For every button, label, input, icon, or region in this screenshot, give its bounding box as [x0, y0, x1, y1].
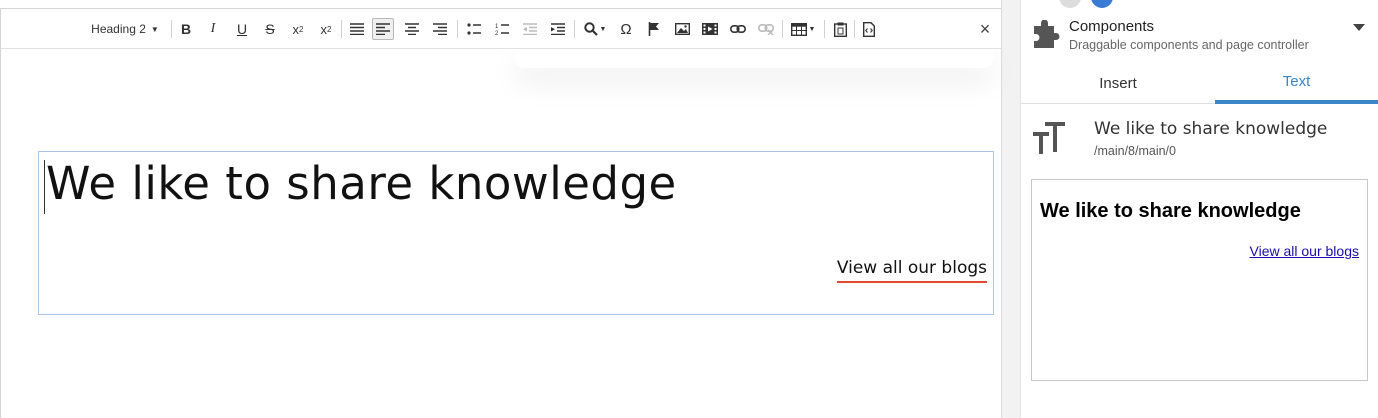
components-panel: Components Draggable components and page…	[1021, 0, 1378, 418]
outdent-icon[interactable]	[519, 18, 541, 40]
close-icon: ×	[979, 18, 991, 39]
superscript-icon[interactable]: x2	[287, 18, 309, 40]
rich-text-editor: Heading 2 ▼ B I U S x2 x2 12 ▼ Ω ▼ × We …	[0, 8, 1001, 418]
format-select[interactable]: Heading 2 ▼	[89, 18, 161, 40]
toolbar-separator	[171, 20, 172, 38]
puzzle-icon	[1034, 20, 1060, 48]
toolbar-separator	[457, 20, 458, 38]
chevron-down-icon: ▼	[808, 25, 816, 33]
image-icon[interactable]	[671, 18, 693, 40]
tab-insert[interactable]: Insert	[1021, 62, 1215, 104]
indent-icon[interactable]	[547, 18, 569, 40]
heading-text[interactable]: We like to share knowledge	[46, 157, 677, 210]
preview-blogs-link[interactable]: View all our blogs	[1250, 243, 1359, 259]
close-editor-button[interactable]: ×	[975, 19, 995, 39]
avatar[interactable]	[1091, 0, 1113, 8]
panel-tabs: Insert Text	[1021, 62, 1378, 104]
unlink-icon[interactable]	[755, 18, 777, 40]
align-right-icon[interactable]	[429, 18, 451, 40]
toolbar-separator	[824, 20, 825, 38]
preview-heading: We like to share knowledge	[1040, 200, 1301, 222]
justify-icon[interactable]	[346, 18, 368, 40]
table-icon[interactable]: ▼	[788, 18, 818, 40]
element-preview: We like to share knowledge View all our …	[1031, 179, 1368, 381]
bold-icon[interactable]: B	[175, 18, 197, 40]
numbered-list-icon[interactable]: 12	[491, 18, 513, 40]
text-size-icon	[1033, 122, 1065, 154]
view-all-blogs-link[interactable]: View all our blogs	[836, 258, 987, 283]
selected-element-title: We like to share knowledge	[1094, 119, 1328, 139]
editor-toolbar: Heading 2 ▼ B I U S x2 x2 12 ▼ Ω ▼ ×	[1, 9, 1001, 49]
italic-icon[interactable]: I	[202, 18, 224, 40]
selected-element-path: /main/8/main/0	[1094, 144, 1176, 158]
bulleted-list-icon[interactable]	[463, 18, 485, 40]
svg-text:2: 2	[495, 31, 499, 35]
link-icon[interactable]	[727, 18, 749, 40]
panel-top-strip	[1021, 0, 1378, 8]
panel-resize-handle[interactable]	[1001, 0, 1021, 418]
panel-title: Components	[1069, 18, 1155, 35]
svg-text:1: 1	[495, 24, 499, 30]
source-code-icon[interactable]	[858, 18, 880, 40]
find-popup-panel	[515, 49, 993, 68]
toolbar-separator	[341, 20, 342, 38]
format-select-label: Heading 2	[91, 22, 146, 36]
underline-icon[interactable]: U	[231, 18, 253, 40]
tab-text[interactable]: Text	[1215, 62, 1378, 104]
avatar[interactable]	[1059, 0, 1081, 8]
toolbar-separator	[574, 20, 575, 38]
align-center-icon[interactable]	[401, 18, 423, 40]
anchor-flag-icon[interactable]	[643, 18, 665, 40]
chevron-down-icon: ▼	[599, 25, 607, 33]
collapse-caret-icon[interactable]	[1353, 24, 1365, 31]
align-left-icon[interactable]	[372, 18, 394, 40]
find-icon[interactable]: ▼	[581, 18, 609, 40]
subscript-icon[interactable]: x2	[315, 18, 337, 40]
media-icon[interactable]	[699, 18, 721, 40]
paste-icon[interactable]	[829, 18, 851, 40]
toolbar-separator	[782, 20, 783, 38]
toolbar-separator	[854, 20, 855, 38]
editable-text-block[interactable]: We like to share knowledge View all our …	[38, 151, 994, 315]
chevron-down-icon: ▼	[150, 24, 159, 34]
panel-subtitle: Draggable components and page controller	[1069, 38, 1309, 52]
special-character-icon[interactable]: Ω	[615, 18, 637, 40]
text-cursor	[44, 160, 45, 214]
strikethrough-icon[interactable]: S	[259, 18, 281, 40]
